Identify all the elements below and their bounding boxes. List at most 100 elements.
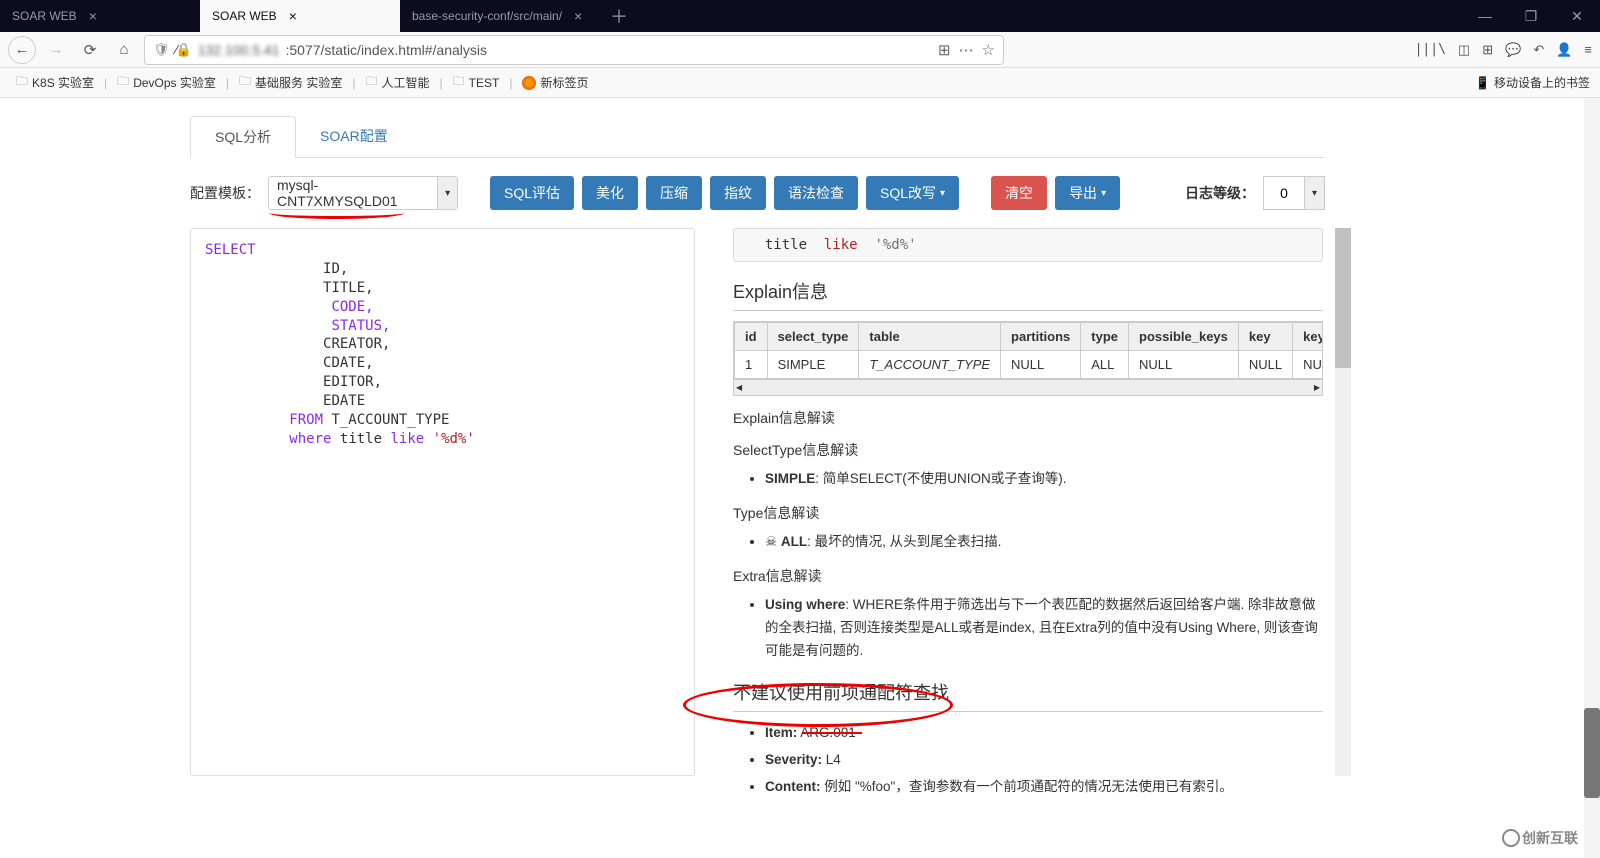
reload-button[interactable]: ⟳	[76, 36, 104, 64]
template-select[interactable]: mysql-CNT7XMYSQLD01 ▾	[268, 176, 458, 210]
folder-icon: 🗀	[365, 72, 377, 93]
sql-evaluate-button[interactable]: SQL评估	[490, 176, 574, 210]
close-icon[interactable]: ×	[85, 8, 101, 24]
close-icon[interactable]: ×	[570, 8, 586, 24]
tab-label: SOAR WEB	[212, 9, 277, 23]
compress-button[interactable]: 压缩	[646, 176, 702, 210]
template-value: mysql-CNT7XMYSQLD01	[277, 177, 437, 209]
beautify-button[interactable]: 美化	[582, 176, 638, 210]
table-cell: NULL	[1293, 351, 1323, 379]
explain-interpretation-title: Explain信息解读	[733, 408, 1323, 428]
folder-icon: 🗀	[16, 72, 28, 93]
code-token: '%d%'	[874, 237, 916, 253]
table-row: 1 SIMPLE T_ACCOUNT_TYPE NULL ALL NULL NU…	[735, 351, 1324, 379]
sql-literal: '%d%'	[433, 431, 475, 447]
tab-soar-config[interactable]: SOAR配置	[296, 116, 412, 157]
loglevel-stepper[interactable]: ▾	[1263, 176, 1325, 210]
maximize-button[interactable]: ❐	[1508, 0, 1554, 32]
sql-keyword: where	[289, 431, 331, 447]
table-cell: 1	[735, 351, 768, 379]
bookmark-folder[interactable]: 🗀人工智能	[359, 70, 435, 95]
page-tabs: SQL分析 SOAR配置	[190, 116, 1325, 158]
table-cell: NULL	[1238, 351, 1292, 379]
undo-icon[interactable]: ↶	[1533, 42, 1544, 58]
loglevel-input[interactable]	[1263, 176, 1305, 210]
syntax-check-button[interactable]: 语法检查	[774, 176, 858, 210]
sidebar-icon[interactable]: ◫	[1458, 42, 1470, 58]
mobile-bookmarks[interactable]: 📱 移动设备上的书签	[1475, 74, 1590, 91]
tab-sql-analysis[interactable]: SQL分析	[190, 116, 296, 158]
bookmark-folder[interactable]: 🗀TEST	[447, 70, 506, 95]
browser-titlebar: SOAR WEB × SOAR WEB × base-security-conf…	[0, 0, 1600, 32]
table-cell: NULL	[1001, 351, 1081, 379]
minimize-button[interactable]: ―	[1462, 0, 1508, 32]
table-cell: NULL	[1129, 351, 1239, 379]
results-panel: title like '%d%' Explain信息 id select_typ…	[733, 228, 1323, 803]
annotation-circle	[683, 683, 953, 727]
browser-tab[interactable]: SOAR WEB ×	[0, 0, 200, 32]
sql-rewrite-button[interactable]: SQL改写▾	[866, 176, 959, 210]
watermark-icon	[1502, 829, 1520, 847]
watermark-text: 创新互联	[1522, 828, 1578, 848]
browser-tab[interactable]: base-security-conf/src/main/ ×	[400, 0, 600, 32]
fingerprint-button[interactable]: 指纹	[710, 176, 766, 210]
menu-icon[interactable]: ≡	[1584, 42, 1592, 57]
list-item: Using where: WHERE条件用于筛选出与下一个表匹配的数据然后返回给…	[765, 594, 1323, 663]
close-icon[interactable]: ×	[285, 8, 301, 24]
scrollbar-vertical[interactable]	[1335, 228, 1351, 776]
sql-table: T_ACCOUNT_TYPE	[331, 412, 449, 428]
browser-toolbar: ← → ⟳ ⌂ 🛡 🔒⁄ 132.100.5.41 :5077/static/i…	[0, 32, 1600, 68]
watermark: 创新互联	[1502, 828, 1578, 848]
home-button[interactable]: ⌂	[110, 36, 138, 64]
close-window-button[interactable]: ✕	[1554, 0, 1600, 32]
sql-col: EDITOR,	[323, 374, 382, 390]
sql-keyword: FROM	[289, 412, 323, 428]
bookmark-folder[interactable]: 🗀基础服务 实验室	[233, 70, 348, 95]
list-item: ☠ ALL: 最坏的情况, 从头到尾全表扫描.	[765, 531, 1323, 554]
bookmark-label: DevOps 实验室	[133, 74, 216, 91]
table-cell: ALL	[1081, 351, 1129, 379]
bookmark-label: 基础服务 实验室	[255, 74, 342, 91]
scrollbar-horizontal[interactable]	[733, 380, 1323, 396]
table-header: key	[1238, 323, 1292, 351]
sql-editor[interactable]: SELECT ID, TITLE, CODE, STATUS, CREATOR,…	[190, 228, 695, 776]
table-header: type	[1081, 323, 1129, 351]
grid-icon[interactable]: ⊞	[1482, 42, 1493, 58]
table-header: id	[735, 323, 768, 351]
scrollbar-thumb[interactable]	[1335, 228, 1351, 368]
clear-button[interactable]: 清空	[991, 176, 1047, 210]
chevron-down-icon[interactable]: ▾	[437, 177, 457, 209]
export-button[interactable]: 导出▾	[1055, 176, 1120, 210]
page-scrollbar-vertical[interactable]	[1584, 98, 1600, 858]
table-cell: T_ACCOUNT_TYPE	[859, 351, 1001, 379]
bookmark-label: K8S 实验室	[32, 74, 94, 91]
app-content: SQL分析 SOAR配置 配置模板： mysql-CNT7XMYSQLD01 ▾…	[0, 98, 1600, 858]
more-icon[interactable]: ⋯	[959, 41, 974, 59]
forward-button[interactable]: →	[42, 36, 70, 64]
star-icon[interactable]: ☆	[982, 41, 995, 59]
bookmark-folder[interactable]: 🗀K8S 实验室	[10, 70, 100, 95]
bookmark-label: 移动设备上的书签	[1494, 74, 1590, 91]
shield-icon: 🛡	[153, 42, 170, 58]
template-label: 配置模板：	[190, 183, 260, 203]
bookmark-label: 新标签页	[540, 74, 588, 91]
library-icon[interactable]: |||\	[1415, 42, 1446, 57]
scrollbar-thumb[interactable]	[1584, 708, 1600, 798]
sql-col: STATUS,	[331, 318, 390, 334]
chat-icon[interactable]: 💬	[1505, 42, 1521, 58]
lock-strike-icon: 🔒⁄	[176, 42, 192, 58]
bookmark-item[interactable]: 新标签页	[516, 72, 594, 93]
sql-keyword: like	[390, 431, 424, 447]
address-bar[interactable]: 🛡 🔒⁄ 132.100.5.41 :5077/static/index.htm…	[144, 35, 1004, 65]
profile-icon[interactable]: 👤	[1556, 42, 1572, 58]
bookmark-folder[interactable]: 🗀DevOps 实验室	[111, 70, 222, 95]
explain-table: id select_type table partitions type pos…	[733, 321, 1323, 380]
mobile-icon: 📱	[1475, 76, 1490, 90]
chevron-down-icon[interactable]: ▾	[1305, 176, 1325, 210]
button-label: 导出	[1069, 183, 1097, 203]
qr-icon[interactable]: ⊞	[938, 41, 951, 59]
back-button[interactable]: ←	[8, 36, 36, 64]
new-tab-button[interactable]: ＋	[600, 3, 638, 29]
button-label: SQL改写	[880, 183, 936, 203]
browser-tab[interactable]: SOAR WEB ×	[200, 0, 400, 32]
